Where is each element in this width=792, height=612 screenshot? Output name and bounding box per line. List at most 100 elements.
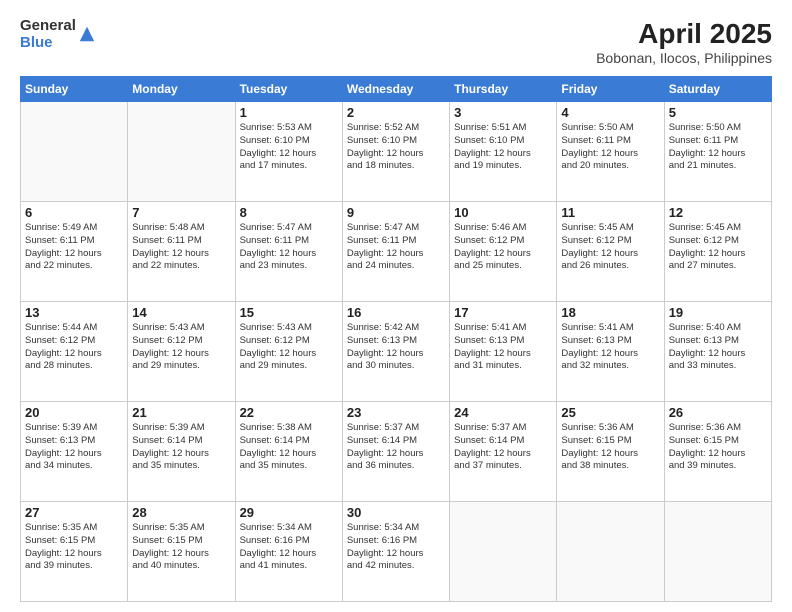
day-info: Sunrise: 5:50 AM Sunset: 6:11 PM Dayligh… <box>561 122 659 173</box>
logo-icon <box>78 25 96 43</box>
calendar-cell: 26 Sunrise: 5:36 AM Sunset: 6:15 PM Dayli… <box>664 402 771 502</box>
weekday-header-row: Sunday Monday Tuesday Wednesday Thursday… <box>21 77 772 102</box>
day-number: 23 <box>347 405 445 420</box>
day-info: Sunrise: 5:46 AM Sunset: 6:12 PM Dayligh… <box>454 222 552 273</box>
calendar-week-row: 6 Sunrise: 5:49 AM Sunset: 6:11 PM Daylig… <box>21 202 772 302</box>
calendar-week-row: 20 Sunrise: 5:39 AM Sunset: 6:13 PM Dayli… <box>21 402 772 502</box>
calendar-cell: 22 Sunrise: 5:38 AM Sunset: 6:14 PM Dayli… <box>235 402 342 502</box>
calendar-cell: 23 Sunrise: 5:37 AM Sunset: 6:14 PM Dayli… <box>342 402 449 502</box>
calendar-cell: 11 Sunrise: 5:45 AM Sunset: 6:12 PM Dayli… <box>557 202 664 302</box>
header: General Blue April 2025 Bobonan, Ilocos,… <box>20 18 772 66</box>
day-info: Sunrise: 5:43 AM Sunset: 6:12 PM Dayligh… <box>132 322 230 373</box>
calendar-cell: 13 Sunrise: 5:44 AM Sunset: 6:12 PM Dayli… <box>21 302 128 402</box>
day-number: 26 <box>669 405 767 420</box>
calendar-cell <box>128 102 235 202</box>
calendar-cell: 1Sunrise: 5:53 AM Sunset: 6:10 PM Daylig… <box>235 102 342 202</box>
day-number: 17 <box>454 305 552 320</box>
day-info: Sunrise: 5:52 AM Sunset: 6:10 PM Dayligh… <box>347 122 445 173</box>
header-friday: Friday <box>557 77 664 102</box>
day-info: Sunrise: 5:34 AM Sunset: 6:16 PM Dayligh… <box>347 522 445 573</box>
day-info: Sunrise: 5:50 AM Sunset: 6:11 PM Dayligh… <box>669 122 767 173</box>
day-number: 11 <box>561 205 659 220</box>
calendar-cell: 8 Sunrise: 5:47 AM Sunset: 6:11 PM Daylig… <box>235 202 342 302</box>
day-info: Sunrise: 5:37 AM Sunset: 6:14 PM Dayligh… <box>454 422 552 473</box>
day-info: Sunrise: 5:45 AM Sunset: 6:12 PM Dayligh… <box>561 222 659 273</box>
day-number: 10 <box>454 205 552 220</box>
calendar-cell: 21 Sunrise: 5:39 AM Sunset: 6:14 PM Dayli… <box>128 402 235 502</box>
day-info: Sunrise: 5:39 AM Sunset: 6:13 PM Dayligh… <box>25 422 123 473</box>
day-number: 22 <box>240 405 338 420</box>
calendar-cell: 17 Sunrise: 5:41 AM Sunset: 6:13 PM Dayli… <box>450 302 557 402</box>
calendar-cell: 7 Sunrise: 5:48 AM Sunset: 6:11 PM Daylig… <box>128 202 235 302</box>
day-number: 5 <box>669 105 767 120</box>
logo-text: General Blue <box>20 18 76 51</box>
day-info: Sunrise: 5:45 AM Sunset: 6:12 PM Dayligh… <box>669 222 767 273</box>
calendar-cell: 28Sunrise: 5:35 AM Sunset: 6:15 PM Dayli… <box>128 502 235 602</box>
calendar-cell: 20 Sunrise: 5:39 AM Sunset: 6:13 PM Dayli… <box>21 402 128 502</box>
day-number: 8 <box>240 205 338 220</box>
calendar-title: April 2025 <box>596 18 772 50</box>
calendar-cell: 15 Sunrise: 5:43 AM Sunset: 6:12 PM Dayli… <box>235 302 342 402</box>
calendar-cell: 6 Sunrise: 5:49 AM Sunset: 6:11 PM Daylig… <box>21 202 128 302</box>
calendar-cell: 4Sunrise: 5:50 AM Sunset: 6:11 PM Daylig… <box>557 102 664 202</box>
day-number: 30 <box>347 505 445 520</box>
day-number: 14 <box>132 305 230 320</box>
calendar-cell: 14 Sunrise: 5:43 AM Sunset: 6:12 PM Dayli… <box>128 302 235 402</box>
day-info: Sunrise: 5:43 AM Sunset: 6:12 PM Dayligh… <box>240 322 338 373</box>
calendar-week-row: 27 Sunrise: 5:35 AM Sunset: 6:15 PM Dayli… <box>21 502 772 602</box>
day-number: 20 <box>25 405 123 420</box>
day-info: Sunrise: 5:34 AM Sunset: 6:16 PM Dayligh… <box>240 522 338 573</box>
calendar-cell: 2 Sunrise: 5:52 AM Sunset: 6:10 PM Daylig… <box>342 102 449 202</box>
day-number: 27 <box>25 505 123 520</box>
calendar-cell: 30 Sunrise: 5:34 AM Sunset: 6:16 PM Dayli… <box>342 502 449 602</box>
day-info: Sunrise: 5:47 AM Sunset: 6:11 PM Dayligh… <box>240 222 338 273</box>
calendar-cell: 12Sunrise: 5:45 AM Sunset: 6:12 PM Dayli… <box>664 202 771 302</box>
day-info: Sunrise: 5:48 AM Sunset: 6:11 PM Dayligh… <box>132 222 230 273</box>
day-number: 7 <box>132 205 230 220</box>
calendar-cell: 18Sunrise: 5:41 AM Sunset: 6:13 PM Dayli… <box>557 302 664 402</box>
day-info: Sunrise: 5:47 AM Sunset: 6:11 PM Dayligh… <box>347 222 445 273</box>
day-number: 16 <box>347 305 445 320</box>
day-info: Sunrise: 5:35 AM Sunset: 6:15 PM Dayligh… <box>25 522 123 573</box>
day-info: Sunrise: 5:53 AM Sunset: 6:10 PM Dayligh… <box>240 122 338 173</box>
logo: General Blue <box>20 18 96 51</box>
calendar-cell: 5 Sunrise: 5:50 AM Sunset: 6:11 PM Daylig… <box>664 102 771 202</box>
day-number: 15 <box>240 305 338 320</box>
logo-line2: Blue <box>20 35 76 52</box>
day-info: Sunrise: 5:40 AM Sunset: 6:13 PM Dayligh… <box>669 322 767 373</box>
header-saturday: Saturday <box>664 77 771 102</box>
day-info: Sunrise: 5:41 AM Sunset: 6:13 PM Dayligh… <box>454 322 552 373</box>
day-info: Sunrise: 5:49 AM Sunset: 6:11 PM Dayligh… <box>25 222 123 273</box>
title-block: April 2025 Bobonan, Ilocos, Philippines <box>596 18 772 66</box>
calendar-week-row: 1Sunrise: 5:53 AM Sunset: 6:10 PM Daylig… <box>21 102 772 202</box>
day-number: 21 <box>132 405 230 420</box>
day-info: Sunrise: 5:44 AM Sunset: 6:12 PM Dayligh… <box>25 322 123 373</box>
day-number: 24 <box>454 405 552 420</box>
header-thursday: Thursday <box>450 77 557 102</box>
logo-line1: General <box>20 18 76 35</box>
header-wednesday: Wednesday <box>342 77 449 102</box>
header-monday: Monday <box>128 77 235 102</box>
calendar-cell <box>450 502 557 602</box>
day-info: Sunrise: 5:39 AM Sunset: 6:14 PM Dayligh… <box>132 422 230 473</box>
day-info: Sunrise: 5:36 AM Sunset: 6:15 PM Dayligh… <box>669 422 767 473</box>
calendar-cell: 10 Sunrise: 5:46 AM Sunset: 6:12 PM Dayli… <box>450 202 557 302</box>
day-number: 2 <box>347 105 445 120</box>
day-info: Sunrise: 5:38 AM Sunset: 6:14 PM Dayligh… <box>240 422 338 473</box>
day-number: 6 <box>25 205 123 220</box>
header-sunday: Sunday <box>21 77 128 102</box>
calendar-week-row: 13 Sunrise: 5:44 AM Sunset: 6:12 PM Dayli… <box>21 302 772 402</box>
day-number: 3 <box>454 105 552 120</box>
day-number: 9 <box>347 205 445 220</box>
calendar-cell: 29 Sunrise: 5:34 AM Sunset: 6:16 PM Dayli… <box>235 502 342 602</box>
day-number: 29 <box>240 505 338 520</box>
calendar-cell: 25Sunrise: 5:36 AM Sunset: 6:15 PM Dayli… <box>557 402 664 502</box>
calendar-cell: 27 Sunrise: 5:35 AM Sunset: 6:15 PM Dayli… <box>21 502 128 602</box>
day-info: Sunrise: 5:35 AM Sunset: 6:15 PM Dayligh… <box>132 522 230 573</box>
day-info: Sunrise: 5:37 AM Sunset: 6:14 PM Dayligh… <box>347 422 445 473</box>
calendar-cell <box>557 502 664 602</box>
calendar-cell: 3Sunrise: 5:51 AM Sunset: 6:10 PM Daylig… <box>450 102 557 202</box>
day-number: 18 <box>561 305 659 320</box>
day-number: 13 <box>25 305 123 320</box>
calendar-subtitle: Bobonan, Ilocos, Philippines <box>596 50 772 66</box>
